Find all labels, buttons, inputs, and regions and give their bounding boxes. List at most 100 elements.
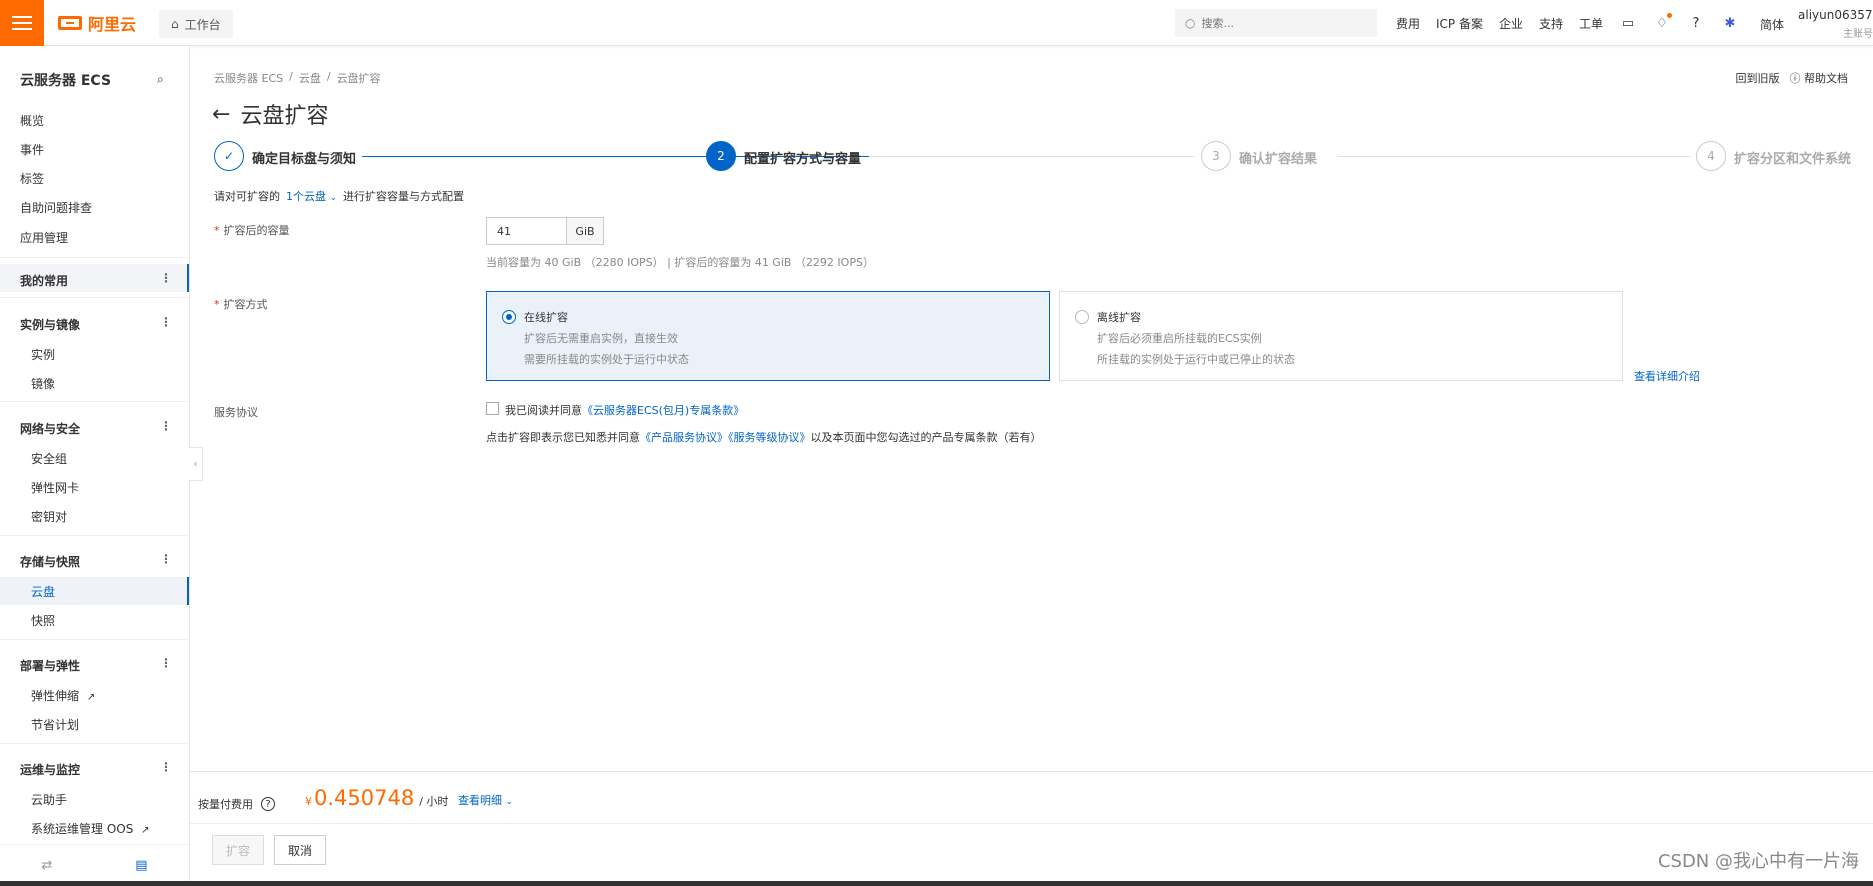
- fee-label: 按量付费用: [198, 798, 253, 811]
- agreement-text: 我已阅读并同意《云服务器ECS(包月)专属条款》: [505, 402, 744, 418]
- product-service-agreement-link[interactable]: 《产品服务协议》: [640, 431, 728, 444]
- swap-icon[interactable]: ⇄: [41, 858, 52, 873]
- nav-link-ticket[interactable]: 工单: [1579, 15, 1603, 32]
- nav-link-icp[interactable]: ICP 备案: [1436, 15, 1483, 32]
- brand-name: 阿里云: [88, 15, 137, 34]
- bell-icon[interactable]: ♢: [1654, 13, 1672, 31]
- sidebar-item-app-mgmt[interactable]: 应用管理: [20, 229, 68, 246]
- sidebar-item-autoscaling[interactable]: 弹性伸缩 ↗: [31, 687, 95, 704]
- offline-expand-desc-2: 所挂载的实例处于运行中或已停止的状态: [1097, 353, 1295, 366]
- group-more-icon[interactable]: ⋮: [160, 315, 172, 329]
- step-4-number: 4: [1696, 141, 1726, 171]
- search-icon: ○: [1185, 16, 1196, 30]
- sidebar-item-savings-plan[interactable]: 节省计划: [31, 716, 79, 733]
- sidebar-item-cloud-assistant[interactable]: 云助手: [31, 791, 67, 808]
- price-display: ¥ 0.450748 / 小时: [305, 786, 448, 810]
- view-details-link[interactable]: 查看详细介绍: [1634, 368, 1700, 384]
- sidebar-group-network[interactable]: 网络与安全: [20, 420, 80, 437]
- sidebar-group-ops[interactable]: 运维与监控: [20, 761, 80, 778]
- offline-expand-option[interactable]: 离线扩容 扩容后必须重启所挂载的ECS实例 所挂载的实例处于运行中或已停止的状态: [1059, 291, 1623, 381]
- view-price-detail-link[interactable]: 查看明细 ⌄: [458, 792, 513, 808]
- breadcrumb-current: 云盘扩容: [336, 72, 381, 85]
- menu-icon[interactable]: [0, 0, 44, 46]
- help-docs-link[interactable]: ⓘ 帮助文档: [1790, 70, 1849, 86]
- search-input[interactable]: [1201, 16, 1362, 30]
- brand-logo[interactable]: 阿里云: [58, 12, 136, 34]
- sidebar-group-storage[interactable]: 存储与快照: [20, 553, 80, 570]
- external-link-icon: ↗: [141, 825, 150, 836]
- radio-button[interactable]: [1075, 310, 1089, 324]
- nav-link-enterprise[interactable]: 企业: [1499, 15, 1523, 32]
- sidebar-search-icon[interactable]: ⌕: [157, 72, 164, 87]
- capacity-input[interactable]: [486, 217, 566, 245]
- home-icon: ⌂: [171, 17, 179, 31]
- account-type: 主账号: [1843, 29, 1873, 40]
- note-suffix: 以及本页面中您勾选过的产品专属条款（若有）: [810, 431, 1042, 444]
- external-link-icon: ↗: [86, 692, 96, 703]
- help-icon[interactable]: ?: [1688, 15, 1704, 31]
- step-connector: [869, 156, 1194, 157]
- sidebar-group-instances[interactable]: 实例与镜像: [20, 316, 80, 333]
- config-line: 请对可扩容的 1个云盘 ⌄ 进行扩容容量与方式配置: [214, 188, 464, 204]
- expand-button[interactable]: 扩容: [212, 835, 264, 865]
- view-price-detail-label: 查看明细: [458, 794, 502, 807]
- sidebar-item-image[interactable]: 镜像: [31, 375, 55, 392]
- step-1-check-icon: ✓: [214, 141, 244, 171]
- agreement-checkbox[interactable]: [486, 402, 499, 415]
- sidebar-item-events[interactable]: 事件: [20, 141, 44, 158]
- sidebar-item-cloud-disk[interactable]: 云盘: [31, 583, 55, 600]
- sidebar-item-eni[interactable]: 弹性网卡: [31, 479, 79, 496]
- online-expand-option[interactable]: 在线扩容 扩容后无需重启实例，直接生效 需要所挂载的实例处于运行中状态: [486, 291, 1050, 381]
- group-more-icon[interactable]: ⋮: [160, 760, 172, 774]
- breadcrumb: 云服务器 ECS / 云盘 / 云盘扩容: [214, 70, 381, 86]
- account-menu[interactable]: aliyun06357... 主账号: [1798, 8, 1873, 40]
- account-name: aliyun06357...: [1798, 8, 1873, 22]
- group-more-icon[interactable]: ⋮: [160, 656, 172, 670]
- sidebar-group-deployment[interactable]: 部署与弹性: [20, 657, 80, 674]
- nav-link-support[interactable]: 支持: [1539, 15, 1563, 32]
- capacity-unit: GiB: [566, 217, 604, 245]
- sidebar-item-keypair[interactable]: 密钥对: [31, 508, 67, 525]
- cancel-button[interactable]: 取消: [274, 835, 326, 865]
- sla-link[interactable]: 《服务等级协议》: [728, 431, 811, 444]
- offline-expand-title: 离线扩容: [1097, 311, 1141, 324]
- sidebar-item-troubleshoot[interactable]: 自助问题排查: [20, 199, 92, 216]
- sidebar-item-overview[interactable]: 概览: [20, 112, 44, 129]
- help-icon[interactable]: ?: [261, 797, 275, 811]
- step-connector: [1338, 156, 1690, 157]
- sidebar-item-snapshot[interactable]: 快照: [31, 612, 55, 629]
- config-suffix: 进行扩容容量与方式配置: [343, 190, 465, 203]
- nav-link-fee[interactable]: 费用: [1396, 15, 1420, 32]
- workspace-button[interactable]: ⌂ 工作台: [159, 10, 233, 38]
- terminal-icon[interactable]: ▭: [1620, 15, 1636, 31]
- group-more-icon[interactable]: ⋮: [160, 552, 172, 566]
- group-more-icon[interactable]: ⋮: [160, 419, 172, 433]
- language-switch[interactable]: 简体: [1760, 16, 1784, 33]
- config-prefix: 请对可扩容的: [214, 190, 280, 203]
- old-version-link[interactable]: 回到旧版: [1736, 70, 1780, 86]
- ecs-terms-link[interactable]: 《云服务器ECS(包月)专属条款》: [582, 404, 744, 417]
- fee-label-row: 按量付费用 ?: [198, 796, 275, 812]
- assistant-icon[interactable]: ✱: [1722, 15, 1738, 31]
- disk-count-link[interactable]: 1个云盘 ⌄: [286, 188, 337, 204]
- favorites-more-icon[interactable]: ⋮: [160, 271, 172, 285]
- sidebar-favorites[interactable]: 我的常用: [20, 272, 68, 289]
- breadcrumb-ecs[interactable]: 云服务器 ECS: [214, 70, 283, 86]
- sidebar-item-security-group[interactable]: 安全组: [31, 450, 67, 467]
- back-arrow-icon[interactable]: ←: [212, 102, 230, 127]
- online-expand-title: 在线扩容: [524, 311, 568, 324]
- search-box[interactable]: ○: [1175, 9, 1377, 37]
- radio-button-selected[interactable]: [502, 310, 516, 324]
- sidebar-title: 云服务器 ECS: [20, 73, 112, 89]
- feedback-icon[interactable]: ▤: [135, 858, 147, 873]
- capacity-label: * 扩容后的容量: [214, 222, 290, 238]
- breadcrumb-separator: /: [289, 70, 293, 83]
- help-circle-icon: ⓘ: [1789, 72, 1801, 85]
- sidebar-item-instance[interactable]: 实例: [31, 346, 55, 363]
- breadcrumb-disk[interactable]: 云盘: [299, 70, 321, 86]
- note-prefix: 点击扩容即表示您已知悉并同意: [486, 431, 640, 444]
- top-nav-links: 费用 ICP 备案 企业 支持 工单: [1396, 0, 1603, 46]
- sidebar-item-tags[interactable]: 标签: [20, 170, 44, 187]
- sidebar-item-oos[interactable]: 系统运维管理 OOS ↗: [31, 820, 150, 837]
- price-value: 0.450748: [314, 786, 415, 810]
